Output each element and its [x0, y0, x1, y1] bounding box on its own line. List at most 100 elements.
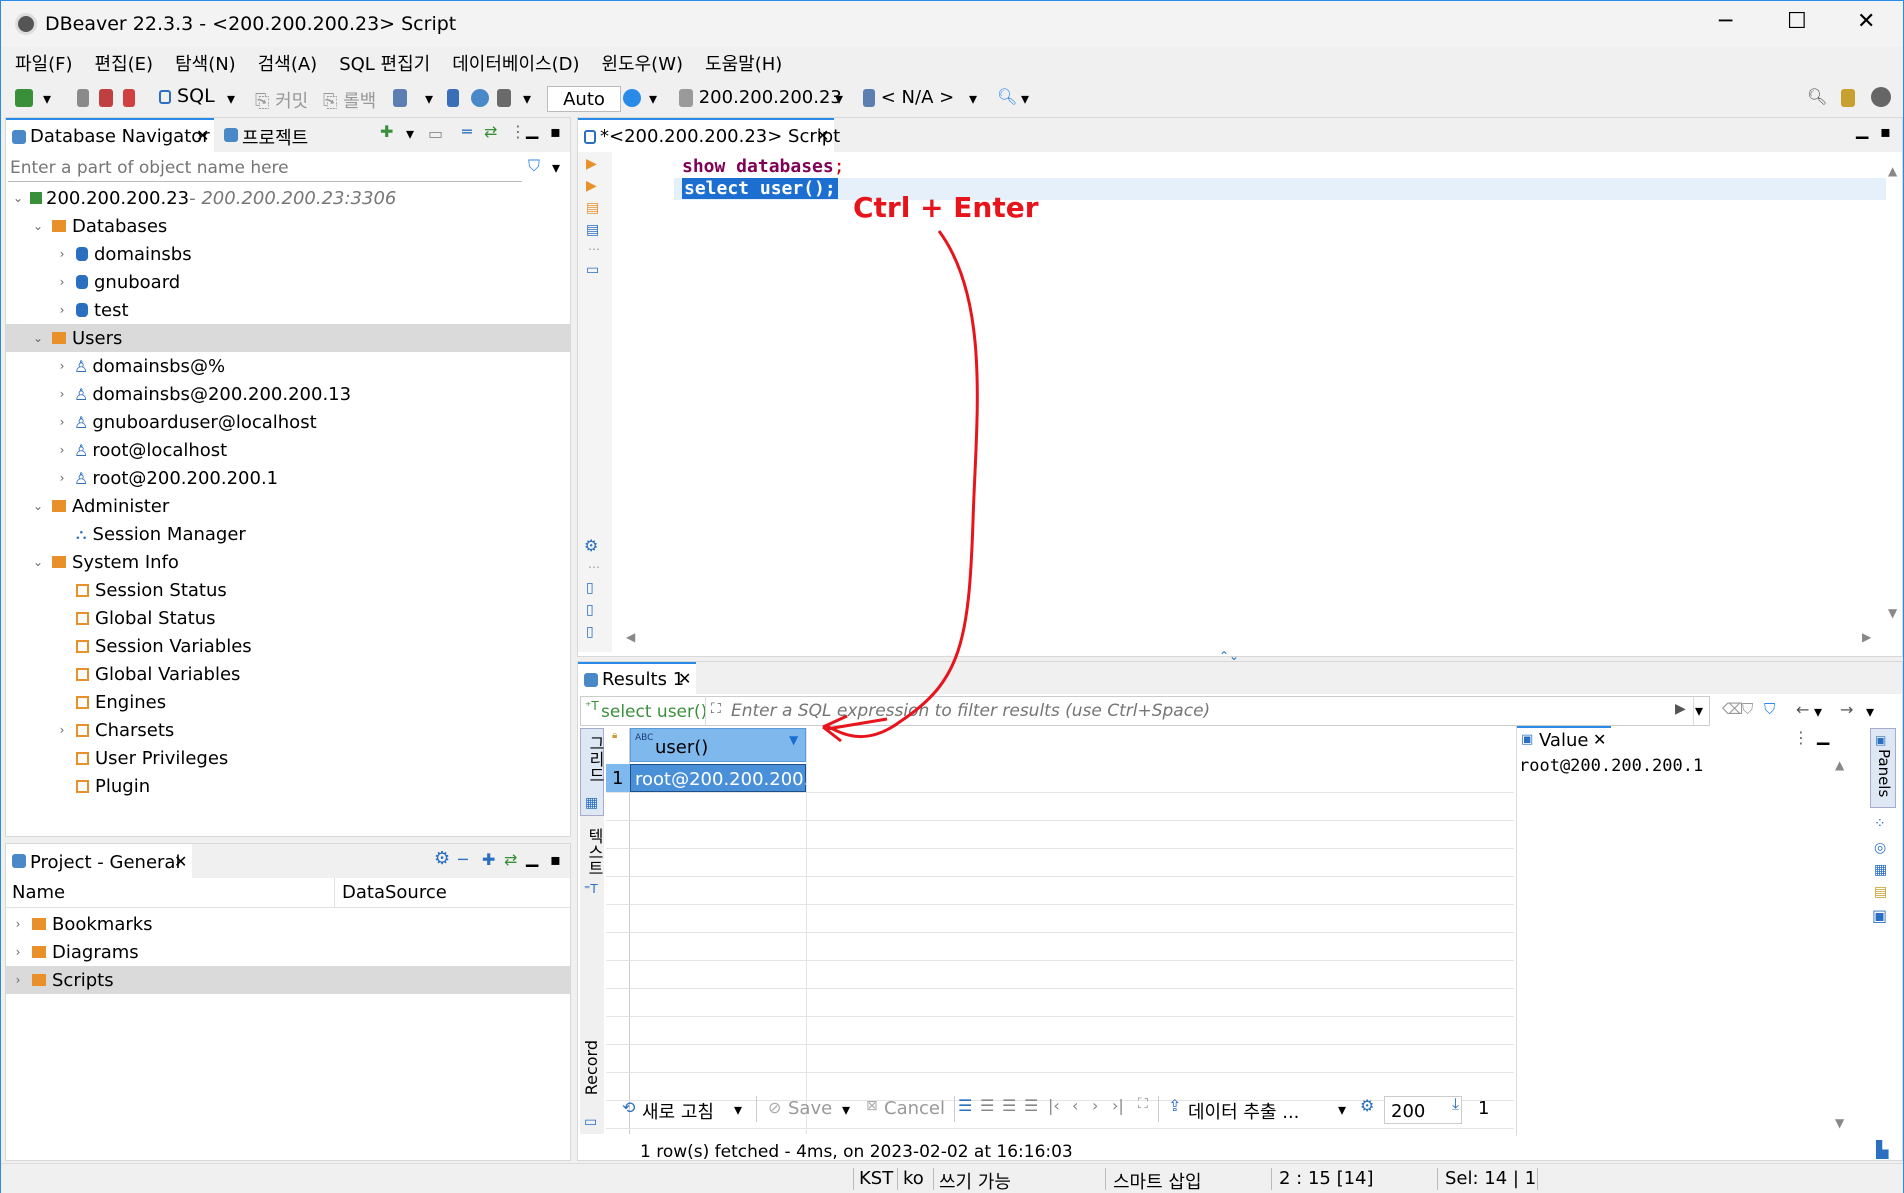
execute-statement-new-tab-icon[interactable]: ▶ [586, 178, 597, 194]
tree-sysinfo-item[interactable]: User Privileges [6, 744, 570, 772]
filter-history-dropdown-icon[interactable]: ▾ [1695, 701, 1703, 720]
tab-project[interactable]: 프로젝트 [220, 118, 330, 152]
settings-gear-icon[interactable]: ⚙ [584, 536, 598, 555]
tree-sysinfo-item[interactable]: Plugin [6, 772, 570, 800]
collapse-arrow-icon[interactable]: › [10, 917, 26, 931]
scroll-left-icon[interactable]: ◀ [626, 630, 635, 644]
filter-settings-icon[interactable]: ⛉ [1742, 700, 1753, 718]
editor-vertical-scrollbar[interactable]: ▲ ▼ [1886, 152, 1902, 626]
collapse-arrow-icon[interactable]: › [54, 723, 70, 737]
disconnect-icon[interactable] [99, 89, 113, 107]
collapse-arrow-icon[interactable]: › [54, 275, 70, 289]
connection-dropdown-icon[interactable]: ▾ [835, 89, 843, 108]
row-number-1[interactable]: 1 [606, 764, 630, 792]
export-data-button[interactable]: 데이터 추출 ... [1188, 1098, 1299, 1124]
tree-users[interactable]: ⌄ Users [6, 324, 570, 352]
column-datasource-header[interactable]: DataSource [342, 882, 447, 903]
close-tab-icon[interactable]: ✕ [196, 126, 209, 145]
minimize-view-icon[interactable]: ▁ [526, 848, 538, 867]
forward-icon[interactable]: → [1840, 700, 1853, 719]
delete-row-icon[interactable]: ☰ [1024, 1096, 1038, 1115]
forward-dropdown-icon[interactable]: ▾ [1866, 702, 1874, 721]
view-menu-icon[interactable]: ⋮ [510, 122, 526, 141]
tab-script[interactable]: *<200.200.200.23> Script ✕ [578, 118, 840, 152]
menu-database[interactable]: 데이터베이스(D) [452, 50, 579, 76]
collapse-arrow-icon[interactable]: › [54, 247, 70, 261]
minimize-all-icon[interactable]: ═ [462, 122, 472, 141]
minimize-button[interactable]: ─ [1719, 9, 1732, 34]
expand-arrow-icon[interactable]: ⌄ [30, 331, 46, 345]
row-count-icon[interactable]: ⤓ [1452, 1094, 1459, 1114]
copy-row-icon[interactable]: ☰ [1002, 1096, 1016, 1115]
tab-results-1[interactable]: Results 1 ✕ [578, 662, 696, 694]
tree-db-item[interactable]: › test [6, 296, 570, 324]
collapse-all-icon[interactable]: ▭ [428, 124, 443, 143]
sql-code-area[interactable]: show databases; select user(); [614, 152, 1886, 626]
expand-arrow-icon[interactable]: ⌄ [30, 555, 46, 569]
tab-database-navigator[interactable]: Database Navigator ✕ [6, 118, 214, 152]
navigator-filter-field[interactable] [8, 154, 522, 182]
tree-administer[interactable]: ⌄ Administer [6, 492, 570, 520]
expand-arrow-icon[interactable]: ⌄ [30, 219, 46, 233]
back-icon[interactable]: ← [1796, 700, 1809, 719]
calculator-icon[interactable]: ◎ [1874, 840, 1886, 856]
global-search-icon[interactable]: 🔍︎ [1807, 87, 1827, 106]
next-row-icon[interactable]: › [1092, 1096, 1098, 1115]
sort-icon[interactable]: ▼ [789, 733, 798, 747]
new-connection-icon[interactable] [15, 89, 33, 107]
text-view-tab[interactable]: 텍스트 ⁼T [580, 824, 604, 904]
tree-user-item[interactable]: › ♙ gnuboarduser@localhost [6, 408, 570, 436]
auto-commit-box[interactable]: Auto [547, 86, 621, 112]
tree-db-item[interactable]: › gnuboard [6, 268, 570, 296]
tree-user-item[interactable]: › ♙ root@200.200.200.1 [6, 464, 570, 492]
close-tab-icon[interactable]: ✕ [174, 852, 187, 871]
lock-icon[interactable] [447, 89, 459, 107]
expand-arrow-icon[interactable]: ⌄ [10, 191, 26, 205]
menu-window[interactable]: 윈도우(W) [602, 50, 684, 76]
close-tab-icon[interactable]: ✕ [678, 669, 691, 688]
refresh-button[interactable]: 새로 고침 [642, 1098, 714, 1124]
dbeaver-perspective-icon[interactable] [1871, 87, 1891, 107]
close-button[interactable]: ✕ [1857, 9, 1875, 34]
schema-dropdown-icon[interactable]: ▾ [969, 89, 977, 108]
menu-edit[interactable]: 편집(E) [95, 50, 154, 76]
scroll-up-icon[interactable]: ▲ [1835, 758, 1844, 772]
maximize-view-icon[interactable]: ▪ [1880, 122, 1891, 141]
new-connection-small-icon[interactable]: ✚ [380, 122, 393, 141]
tree-user-item[interactable]: › ♙ domainsbs@200.200.200.13 [6, 380, 570, 408]
panels-toggle[interactable]: ▣ Panels [1870, 728, 1896, 808]
last-row-icon[interactable]: ›| [1112, 1096, 1124, 1115]
scroll-down-icon[interactable]: ▼ [1888, 606, 1897, 620]
terminal-icon[interactable]: ▭ [586, 262, 599, 278]
collapse-arrow-icon[interactable]: › [10, 973, 26, 987]
tree-sysinfo-item[interactable]: Session Status [6, 576, 570, 604]
link-icon[interactable]: ⇄ [504, 850, 517, 869]
tab-value[interactable]: ▣ Value ✕ [1517, 726, 1611, 752]
back-dropdown-icon[interactable]: ▾ [1814, 702, 1822, 721]
menu-sql-editor[interactable]: SQL 편집기 [339, 50, 430, 76]
fetch-all-icon[interactable]: ⛶ [1138, 1096, 1148, 1112]
tree-sysinfo-item[interactable]: › Charsets [6, 716, 570, 744]
apply-filter-icon[interactable]: ▶ [1675, 701, 1686, 717]
transaction-mode-icon[interactable] [393, 89, 407, 107]
results-filter-input[interactable] [731, 700, 1671, 722]
rollback-button[interactable]: ⎘ 롤백 [323, 87, 376, 113]
project-item-scripts[interactable]: › Scripts [6, 966, 570, 994]
grouping-icon[interactable]: ▦ [1874, 862, 1887, 878]
value-text[interactable]: root@200.200.200.1 [1519, 756, 1703, 776]
format-icon[interactable]: ▯ [586, 602, 594, 618]
navigator-menu-dropdown-icon[interactable]: ▾ [406, 124, 414, 143]
result-settings-gear-icon[interactable]: ⚙ [1360, 1096, 1374, 1115]
transaction-dropdown-icon[interactable]: ▾ [425, 89, 433, 108]
tree-session-manager[interactable]: ⛬ Session Manager [6, 520, 570, 548]
menu-file[interactable]: 파일(F) [15, 50, 73, 76]
panel-toggle-icon[interactable]: ▙ [1876, 1140, 1888, 1159]
tree-sysinfo-item[interactable]: Global Variables [6, 660, 570, 688]
expand-arrow-icon[interactable]: ⌄ [30, 499, 46, 513]
perspective-icon[interactable] [1841, 89, 1855, 107]
editor-horizontal-scrollbar[interactable]: ◀ ▶ [614, 628, 1884, 648]
refresh-dropdown-icon[interactable]: ▾ [734, 1100, 742, 1119]
tree-db-item[interactable]: › domainsbs [6, 240, 570, 268]
explain-plan-icon[interactable]: ▤ [586, 222, 599, 238]
scroll-up-icon[interactable]: ▲ [1888, 164, 1897, 178]
